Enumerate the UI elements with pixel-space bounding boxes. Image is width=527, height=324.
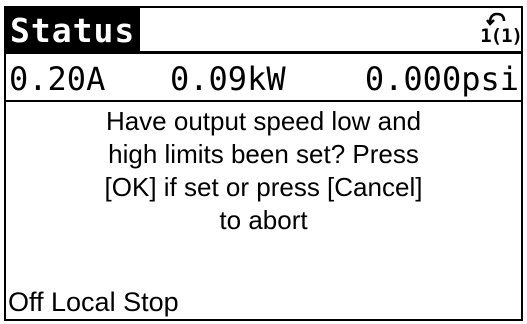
status-header: Status 1(1) <box>6 8 523 54</box>
power-readout: 0.09kW <box>170 60 286 98</box>
drive-status-line: Off Local Stop <box>8 287 179 317</box>
header-divider <box>140 51 521 54</box>
menu-indicator: 1(1) <box>478 10 523 50</box>
menu-number: 1(1) <box>480 25 523 47</box>
message-line: Have output speed low and <box>105 106 422 136</box>
lcd-display: Status 1(1) 0.20A 0.09kW 0.000psi Have o… <box>4 6 523 321</box>
prompt-message: Have output speed low and high limits be… <box>6 103 521 273</box>
readout-row: 0.20A 0.09kW 0.000psi <box>6 56 521 102</box>
current-readout: 0.20A <box>9 60 106 98</box>
message-line: [OK] if set or press [Cancel] <box>104 172 423 202</box>
pressure-readout: 0.000psi <box>364 60 519 98</box>
message-line: to abort <box>219 205 308 235</box>
message-line: high limits been set? Press <box>108 139 419 169</box>
status-title: Status <box>6 8 140 54</box>
